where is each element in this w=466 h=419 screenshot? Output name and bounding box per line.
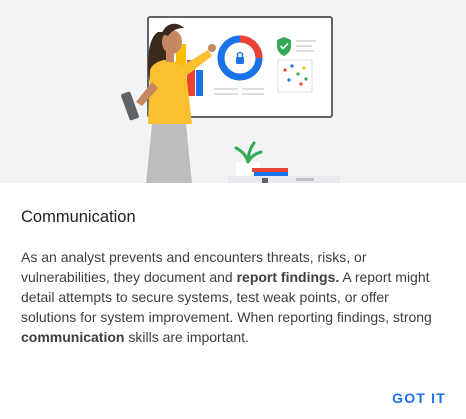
- hero-illustration: [0, 0, 466, 183]
- scatter-plot-icon: [277, 59, 313, 93]
- lock-icon: [236, 57, 244, 64]
- body-text-3: skills are important.: [124, 329, 249, 345]
- communication-dialog: Communication As an analyst prevents and…: [0, 0, 466, 419]
- analyst-presenting-illustration: [121, 16, 340, 183]
- bold-communication: communication: [21, 329, 125, 345]
- got-it-button[interactable]: GOT IT: [392, 388, 446, 408]
- desk-plant: [228, 141, 340, 183]
- bold-report-findings: report findings.: [236, 269, 340, 285]
- dialog-title: Communication: [21, 208, 136, 226]
- dialog-body: As an analyst prevents and encounters th…: [21, 247, 441, 347]
- tablet-icon: [121, 91, 139, 121]
